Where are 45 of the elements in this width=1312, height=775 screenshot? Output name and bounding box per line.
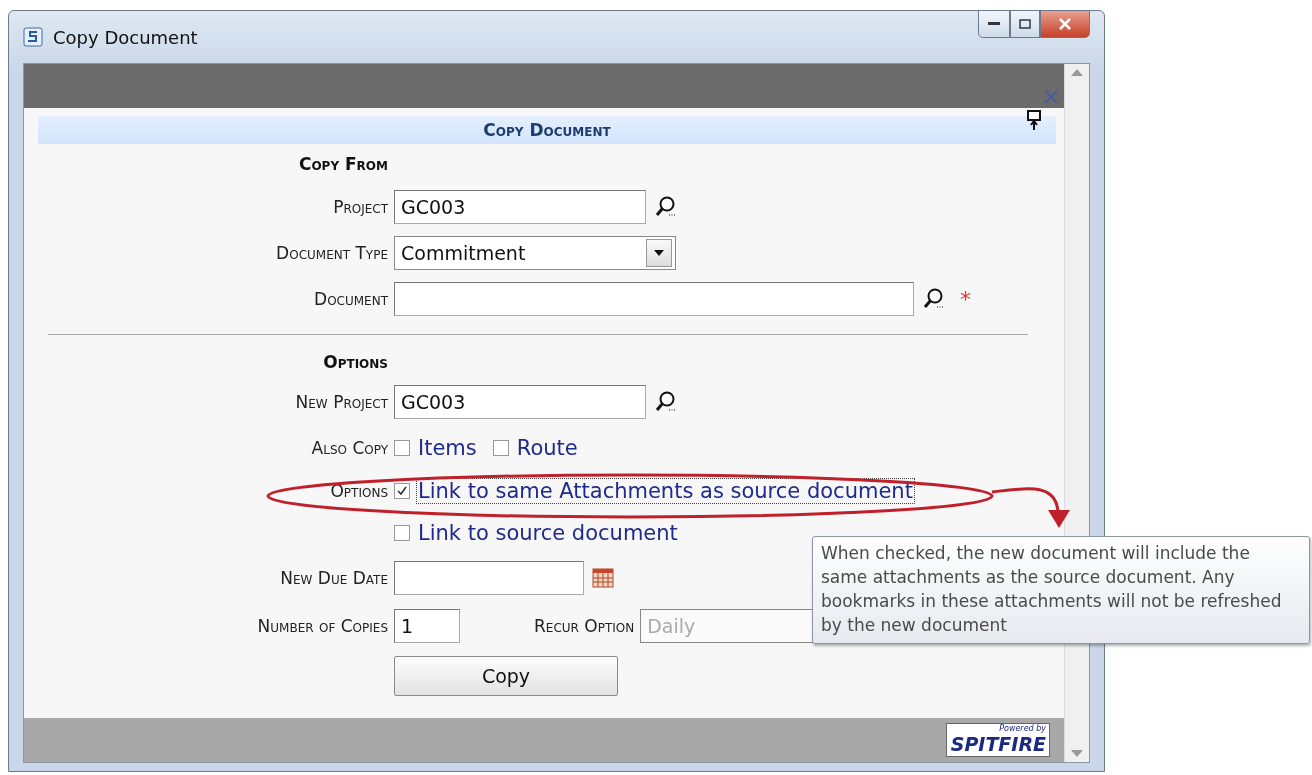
checkbox[interactable] — [394, 483, 410, 499]
checkbox-label[interactable]: Items — [416, 435, 479, 461]
scroll-down-icon[interactable] — [1071, 750, 1083, 758]
field-label: Recur Option — [534, 616, 635, 636]
window-title: Copy Document — [53, 26, 199, 48]
checkbox-label[interactable]: Link to same Attachments as source document — [416, 478, 915, 504]
field-label: Also Copy — [311, 438, 388, 458]
search-icon[interactable] — [654, 195, 678, 219]
app-icon — [23, 27, 43, 47]
copy-button[interactable]: Copy — [394, 656, 618, 696]
maximize-button[interactable] — [1010, 10, 1040, 38]
checkbox-label[interactable]: Route — [514, 435, 580, 461]
document-field[interactable] — [394, 282, 914, 316]
field-label: Project — [333, 197, 388, 217]
calendar-icon[interactable] — [592, 568, 614, 588]
scroll-up-icon[interactable] — [1071, 68, 1083, 76]
checkbox[interactable] — [394, 525, 410, 541]
minimize-icon — [988, 22, 1000, 26]
search-icon[interactable] — [654, 390, 678, 414]
close-button[interactable] — [1040, 10, 1090, 38]
minimize-button[interactable] — [978, 10, 1010, 38]
project-field[interactable]: GC003 — [394, 190, 646, 224]
field-label: Document — [314, 289, 388, 309]
pin-icon[interactable] — [1026, 110, 1042, 132]
copies-field[interactable]: 1 — [394, 609, 460, 643]
new-project-field[interactable]: GC003 — [394, 385, 646, 419]
due-date-field[interactable] — [394, 561, 584, 595]
field-label: Number of Copies — [257, 616, 388, 636]
section-heading: Options — [323, 352, 388, 372]
field-label: Options — [330, 481, 388, 501]
required-mark: * — [960, 286, 971, 312]
search-icon[interactable] — [922, 287, 946, 311]
checkbox[interactable] — [394, 440, 410, 456]
checkbox[interactable] — [492, 440, 509, 456]
field-label: Document Type — [276, 243, 388, 263]
maximize-icon — [1019, 19, 1031, 29]
checkbox-label[interactable]: Link to source document — [416, 520, 680, 546]
field-label: New Due Date — [280, 568, 388, 588]
logo: Powered by SPITFIRE — [946, 723, 1050, 757]
document-type-select[interactable]: Commitment — [394, 236, 676, 270]
section-heading: Copy From — [298, 154, 388, 174]
dropdown-arrow-icon — [654, 250, 664, 256]
header-title: Copy Document — [483, 120, 611, 140]
close-icon — [1058, 18, 1072, 30]
field-label: New Project — [295, 392, 388, 412]
